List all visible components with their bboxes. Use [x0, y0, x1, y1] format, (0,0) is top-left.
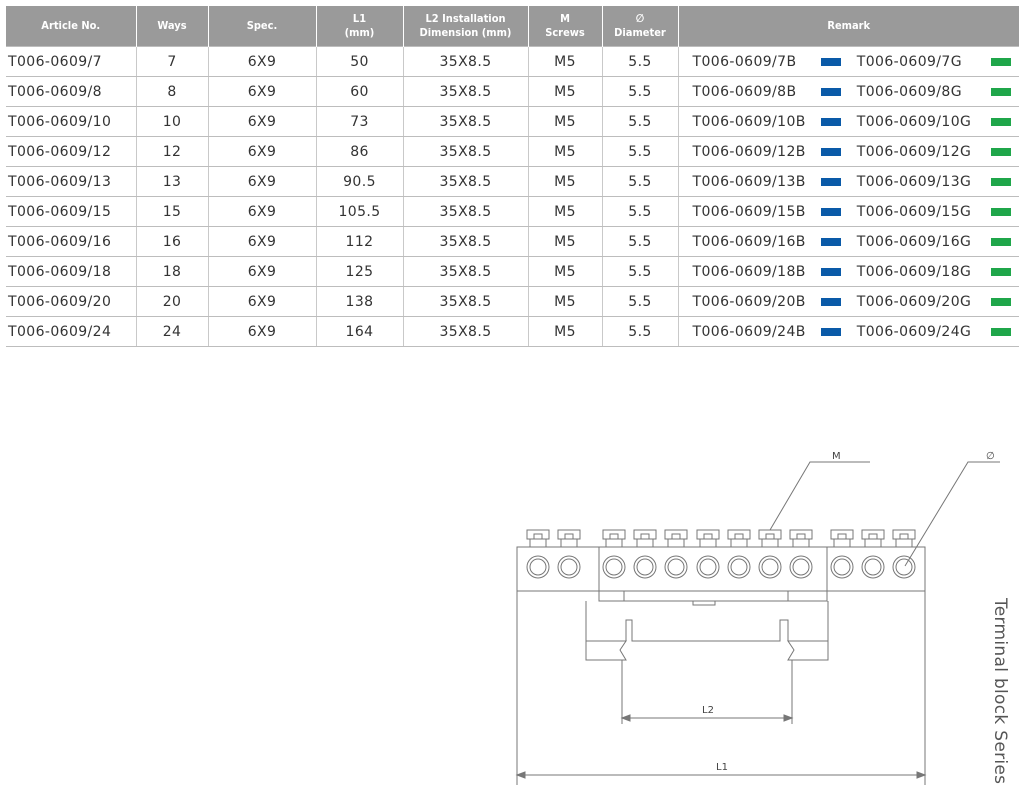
screw-head-icon — [892, 529, 916, 540]
screw-head-icon — [526, 529, 550, 540]
screw-head-icon — [861, 529, 885, 540]
terminal-hole-inner — [529, 558, 547, 576]
terminal-hole-inner — [833, 558, 851, 576]
terminal-hole-inner — [895, 558, 913, 576]
terminal-hole-inner — [560, 558, 578, 576]
terminal-stem — [833, 538, 851, 548]
l2-label: L2 — [702, 705, 714, 716]
terminal-hole-inner — [864, 558, 882, 576]
terminal-stem — [792, 538, 810, 548]
screw-head-icon — [557, 529, 581, 540]
terminal-block-drawing: M ∅ L2 L1 — [515, 451, 1000, 785]
screw-head-icon — [830, 529, 854, 540]
screw-head-icon — [633, 529, 657, 540]
screw-head-icon — [727, 529, 751, 540]
terminal-stem — [761, 538, 779, 548]
terminal-stem — [529, 538, 547, 548]
side-caption: Terminal block Series — [990, 598, 1010, 785]
terminal-stem — [699, 538, 717, 548]
terminal-stem — [560, 538, 578, 548]
terminal-stem — [605, 538, 623, 548]
screw-head-icon — [696, 529, 720, 540]
terminal-stem — [895, 538, 913, 548]
terminal-stem — [667, 538, 685, 548]
terminal-stem — [730, 538, 748, 548]
terminal-hole-inner — [792, 558, 810, 576]
terminal-hole-inner — [636, 558, 654, 576]
terminal-hole-inner — [605, 558, 623, 576]
terminal-hole-inner — [699, 558, 717, 576]
m-label: M — [832, 451, 841, 462]
screw-head-icon — [664, 529, 688, 540]
screw-head-icon — [758, 529, 782, 540]
l1-label: L1 — [716, 762, 728, 773]
terminal-stem — [864, 538, 882, 548]
terminal-hole-inner — [761, 558, 779, 576]
terminal-hole-inner — [730, 558, 748, 576]
terminal-stem — [636, 538, 654, 548]
diameter-label: ∅ — [986, 451, 995, 462]
screw-head-icon — [789, 529, 813, 540]
terminal-hole-inner — [667, 558, 685, 576]
screw-head-icon — [602, 529, 626, 540]
